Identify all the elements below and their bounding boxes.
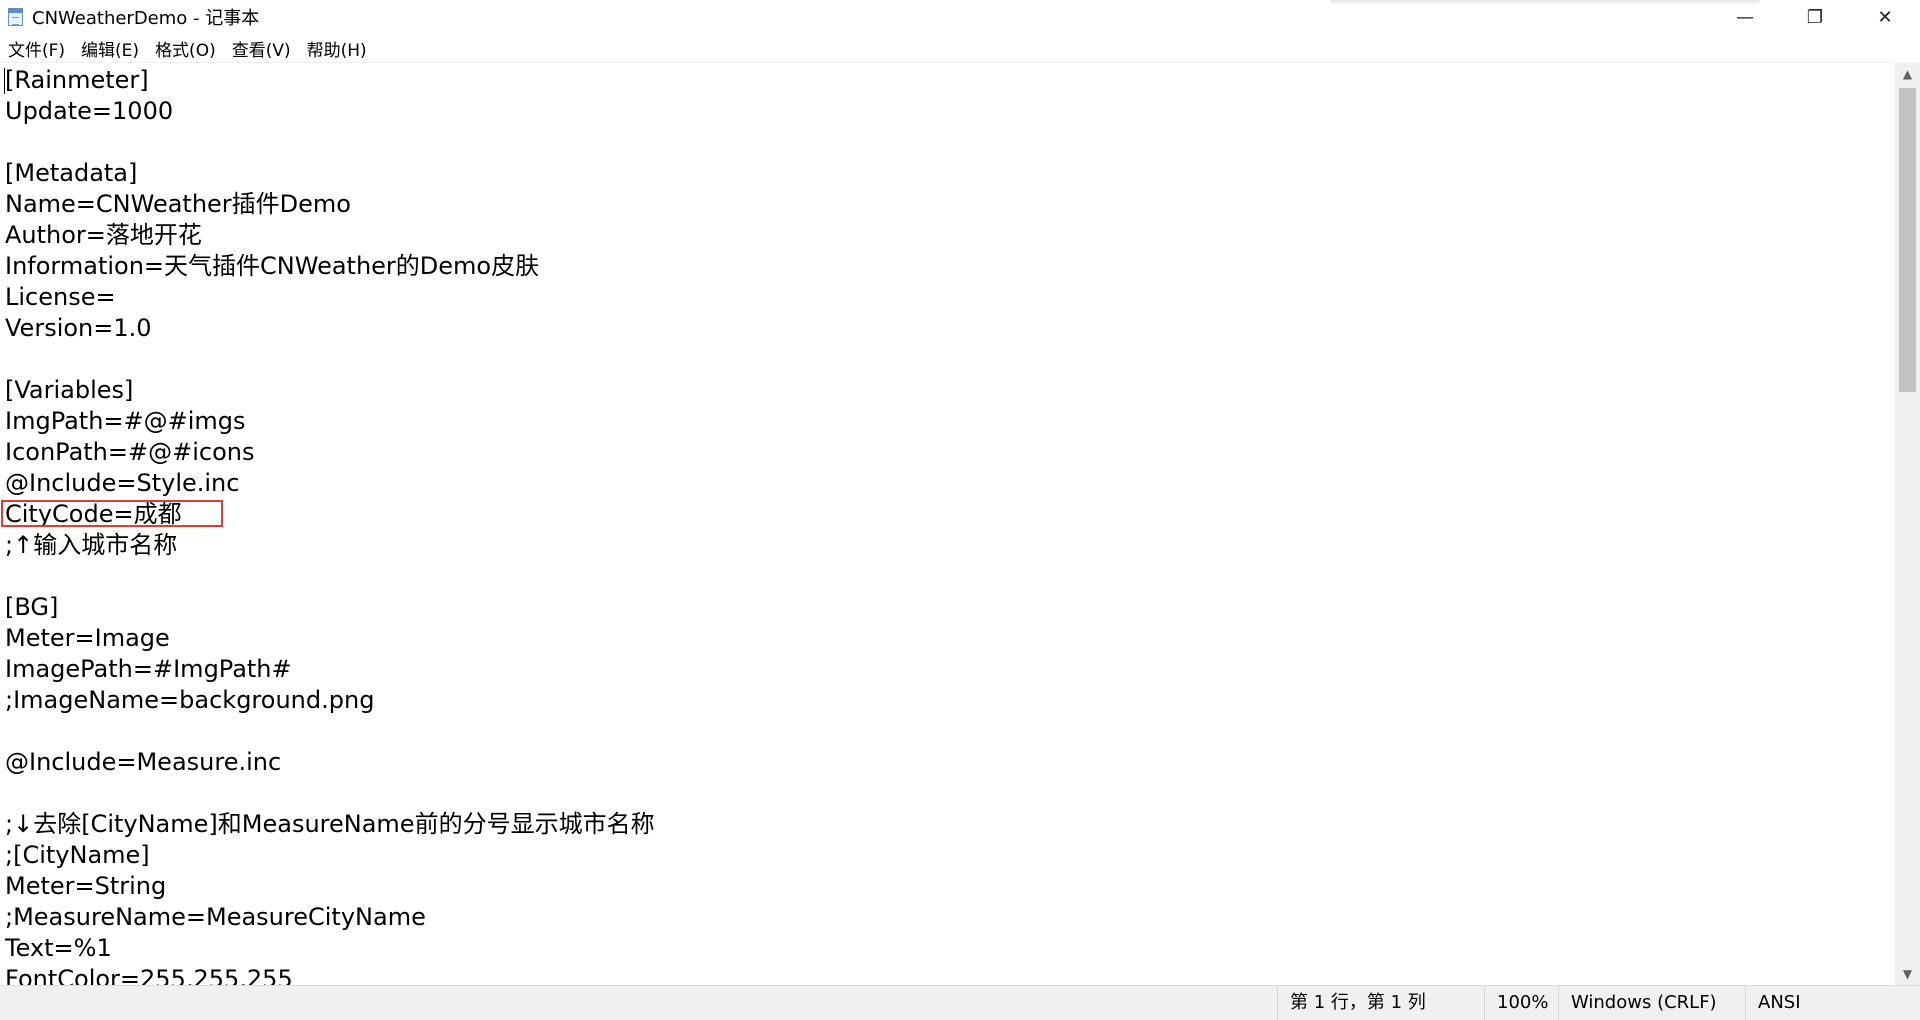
popup-shadow: [1330, 0, 1760, 4]
vertical-scrollbar[interactable]: ▲ ▼: [1895, 63, 1920, 985]
editor-line: ImgPath=#@#imgs: [5, 407, 246, 435]
restore-icon: ❐: [1806, 6, 1824, 28]
editor-line: @Include=Style.inc: [5, 469, 240, 497]
editor-line: @Include=Measure.inc: [5, 748, 282, 776]
scroll-down-icon: ▼: [1902, 967, 1913, 981]
editor-line: Text=%1: [5, 934, 112, 962]
menu-format[interactable]: 格式(O): [148, 34, 223, 63]
editor-line: IconPath=#@#icons: [5, 438, 255, 466]
window-controls: — ❐ ✕: [1710, 0, 1920, 34]
editor-line-citycode: CityCode=成都: [5, 500, 182, 528]
editor-line: Author=落地开花: [5, 221, 202, 249]
menu-edit[interactable]: 编辑(E): [74, 34, 146, 63]
editor-line: Meter=String: [5, 872, 167, 900]
editor-line: ;ImageName=background.png: [5, 686, 375, 714]
scroll-down-button[interactable]: ▼: [1895, 963, 1920, 985]
editor-lines: [Rainmeter] Update=1000 [Metadata] Name=…: [5, 65, 655, 985]
editor-line: Name=CNWeather插件Demo: [5, 190, 351, 218]
editor-line: [Rainmeter]: [5, 66, 149, 94]
status-zoom: 100%: [1484, 986, 1558, 1020]
editor-line: ;↑输入城市名称: [5, 531, 178, 559]
restore-button[interactable]: ❐: [1780, 0, 1850, 34]
menu-file[interactable]: 文件(F): [1, 34, 72, 63]
minimize-button[interactable]: —: [1710, 0, 1780, 34]
scroll-up-button[interactable]: ▲: [1895, 63, 1920, 85]
editor-line: [5, 344, 655, 375]
close-icon: ✕: [1877, 6, 1893, 28]
editor-line: ;MeasureName=MeasureCityName: [5, 903, 426, 931]
menu-view[interactable]: 查看(V): [225, 34, 298, 63]
title-bar[interactable]: CNWeatherDemo - 记事本 — ❐ ✕: [0, 0, 1920, 34]
scrollbar-thumb[interactable]: [1899, 88, 1916, 392]
editor-line: Information=天气插件CNWeather的Demo皮肤: [5, 252, 540, 280]
editor-line: ImagePath=#ImgPath#: [5, 655, 292, 683]
minimize-icon: —: [1736, 6, 1754, 28]
notepad-window: CNWeatherDemo - 记事本 — ❐ ✕ 文件(F) 编辑(E) 格式…: [0, 0, 1920, 1020]
text-caret: [4, 68, 5, 94]
editor-line: ;↓去除[CityName]和MeasureName前的分号显示城市名称: [5, 810, 655, 838]
editor-line: Update=1000: [5, 97, 174, 125]
editor-line: [Variables]: [5, 376, 134, 404]
notepad-app-icon: [6, 7, 26, 27]
editor-line: Meter=Image: [5, 624, 170, 652]
editor-line: [BG]: [5, 593, 59, 621]
editor-line: [Metadata]: [5, 159, 138, 187]
editor-line: [5, 778, 655, 809]
editor-line: Version=1.0: [5, 314, 152, 342]
close-button[interactable]: ✕: [1850, 0, 1920, 34]
editor-line: License=: [5, 283, 116, 311]
scroll-up-icon: ▲: [1902, 67, 1913, 81]
menu-bar: 文件(F) 编辑(E) 格式(O) 查看(V) 帮助(H): [0, 34, 1920, 63]
status-encoding: ANSI: [1745, 986, 1920, 1020]
window-title: CNWeatherDemo - 记事本: [32, 8, 260, 29]
editor-line: [5, 716, 655, 747]
status-cursor-position: 第 1 行，第 1 列: [1277, 986, 1484, 1020]
editor-line: FontColor=255,255,255: [5, 965, 293, 985]
status-bar: 第 1 行，第 1 列 100% Windows (CRLF) ANSI: [0, 985, 1920, 1020]
editor-line: [5, 127, 655, 158]
text-editor[interactable]: [Rainmeter] Update=1000 [Metadata] Name=…: [0, 63, 1895, 985]
status-line-ending: Windows (CRLF): [1558, 986, 1745, 1020]
editor-line: [5, 561, 655, 592]
menu-help[interactable]: 帮助(H): [300, 34, 374, 63]
editor-line: ;[CityName]: [5, 841, 150, 869]
